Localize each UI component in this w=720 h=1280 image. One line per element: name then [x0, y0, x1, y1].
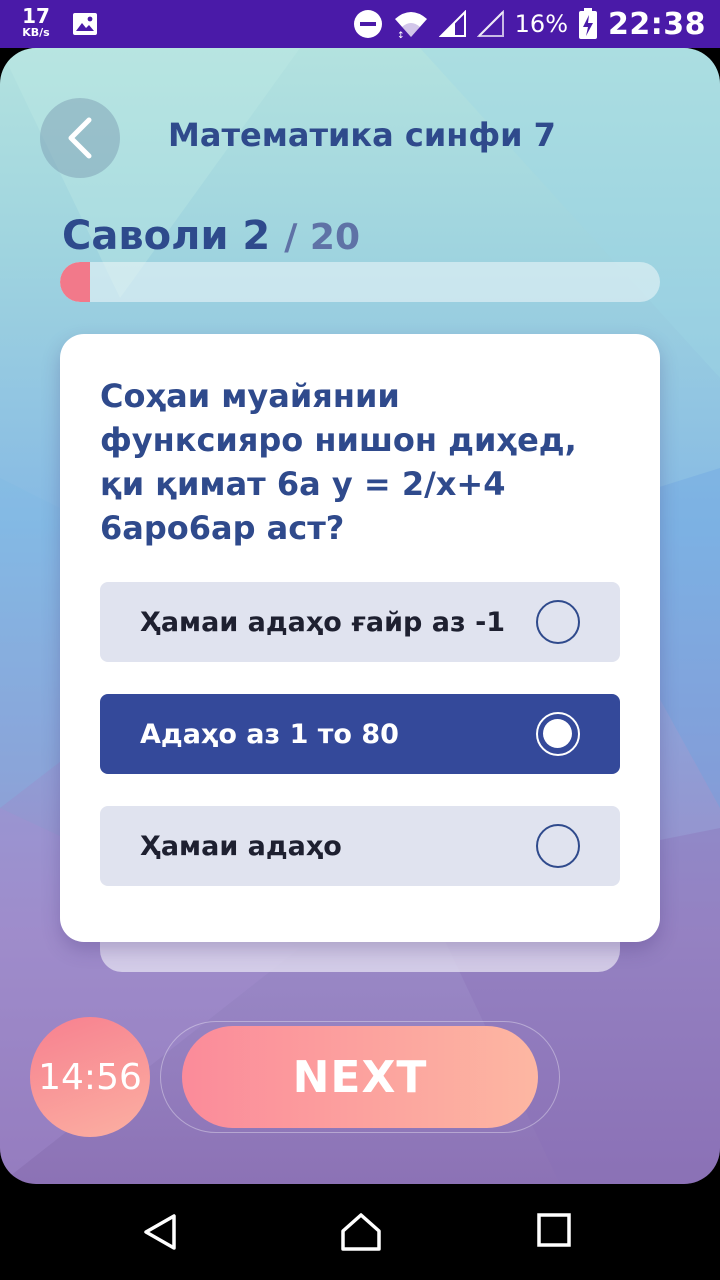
answer-option-1[interactable]: Ҳамаи адаҳо ғайр аз -1	[100, 582, 620, 662]
question-text: Соҳаи муайянии функсияро нишон диҳед, қи…	[100, 377, 577, 547]
network-speed-unit: KB/s	[22, 26, 50, 39]
back-button[interactable]	[40, 98, 120, 178]
signal-icon	[438, 10, 466, 37]
quiz-screen: Математика синфи 7 Саволи 2 / 20 Соҳаи му…	[0, 48, 720, 1184]
radio-unchecked-icon[interactable]	[536, 824, 580, 868]
answer-option-3[interactable]: Ҳамаи адаҳо	[100, 806, 620, 886]
next-button[interactable]: NEXT	[182, 1026, 538, 1128]
network-speed-value: 17	[22, 4, 50, 28]
back-triangle-icon[interactable]	[140, 1212, 180, 1252]
clock: 22:38	[608, 6, 706, 42]
answer-option-label: Ҳамаи адаҳо	[140, 830, 342, 862]
image-notification-icon	[73, 13, 97, 35]
wifi-icon: ↕	[394, 12, 427, 39]
progress-bar	[60, 262, 660, 302]
radio-checked-icon[interactable]	[536, 712, 580, 756]
svg-text:↕: ↕	[397, 31, 405, 39]
answer-option-label: Адаҳо аз 1 то 80	[140, 718, 399, 750]
question-counter: Саволи 2 / 20	[62, 213, 360, 259]
radio-unchecked-icon[interactable]	[536, 600, 580, 644]
question-total: / 20	[284, 217, 361, 258]
page-title: Математика синфи 7	[168, 116, 556, 154]
status-bar: 17 KB/s ↕ 16% 22:38	[0, 0, 720, 48]
network-speed: 17 KB/s	[18, 6, 54, 38]
home-icon[interactable]	[340, 1212, 382, 1252]
battery-percent: 16%	[514, 10, 568, 38]
answer-option-2[interactable]: Адаҳо аз 1 то 80	[100, 694, 620, 774]
chevron-left-icon	[68, 117, 92, 159]
battery-charging-icon	[579, 8, 597, 39]
do-not-disturb-icon	[353, 10, 382, 38]
signal-empty-icon	[476, 10, 504, 37]
question-card: Соҳаи муайянии функсияро нишон диҳед, қи…	[60, 334, 660, 942]
answer-option-label: Ҳамаи адаҳо ғайр аз -1	[140, 606, 506, 638]
question-number: Саволи 2	[62, 213, 271, 259]
recent-apps-icon[interactable]	[536, 1212, 572, 1248]
countdown-timer: 14:56	[30, 1017, 150, 1137]
system-nav-bar	[0, 1184, 720, 1280]
